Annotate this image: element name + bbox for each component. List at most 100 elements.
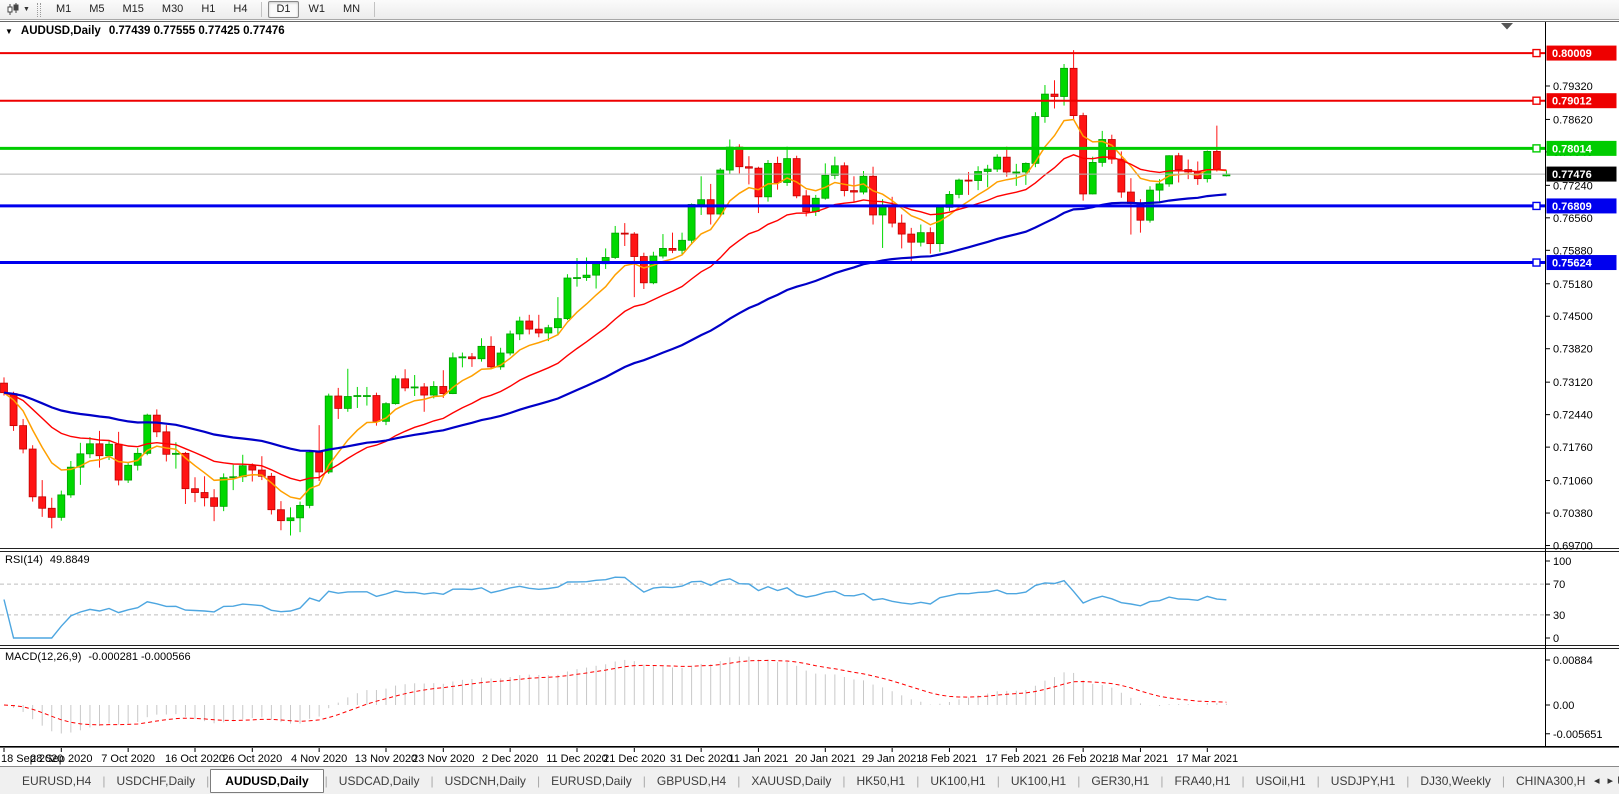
candle-bullish bbox=[1156, 184, 1163, 190]
candle-bullish bbox=[125, 465, 132, 480]
tab-usdcad-daily[interactable]: USDCAD,Daily bbox=[329, 770, 430, 792]
timeframes-toolbar: ▼ M1M5M15M30H1H4 D1W1MN bbox=[0, 0, 1619, 20]
candle-bearish bbox=[1175, 156, 1182, 170]
hline-handle[interactable] bbox=[1533, 259, 1540, 266]
tab-usoil-h1[interactable]: USOil,H1 bbox=[1246, 770, 1316, 792]
candle-bullish bbox=[593, 264, 600, 275]
tab-audusd-daily[interactable]: AUDUSD,Daily bbox=[210, 769, 323, 793]
candle-bullish bbox=[1204, 151, 1211, 178]
tab-separator: | bbox=[643, 774, 646, 788]
date-label: 11 Jan 2021 bbox=[729, 753, 789, 765]
tab-gbpusd-h4[interactable]: GBPUSD,H4 bbox=[647, 770, 736, 792]
axis-tick-label: 0.78620 bbox=[1553, 114, 1593, 126]
candle-bearish bbox=[736, 147, 743, 167]
tab-dj30-weekly[interactable]: DJ30,Weekly bbox=[1410, 770, 1500, 792]
tabs-scroll-right-button[interactable]: ▸ bbox=[1607, 774, 1613, 787]
timeframe-button-m5[interactable]: M5 bbox=[81, 1, 112, 18]
timeframe-button-m15[interactable]: M15 bbox=[115, 1, 152, 18]
hline-handle[interactable] bbox=[1533, 202, 1540, 209]
tab-uk100-h1[interactable]: UK100,H1 bbox=[920, 770, 995, 792]
tab-usdjpy-h1[interactable]: USDJPY,H1 bbox=[1321, 770, 1405, 792]
axis-tick-label: 0.71060 bbox=[1553, 476, 1593, 488]
tab-separator: | bbox=[842, 774, 845, 788]
candle-bullish bbox=[430, 386, 437, 395]
candle-bullish bbox=[1041, 94, 1048, 116]
candle-bullish bbox=[478, 346, 485, 358]
tab-ger30-h1[interactable]: GER30,H1 bbox=[1081, 770, 1159, 792]
tab-xauusd-daily[interactable]: XAUUSD,Daily bbox=[741, 770, 841, 792]
chart-shift-marker-icon[interactable] bbox=[1501, 23, 1513, 30]
candle-bearish bbox=[774, 163, 781, 182]
axis-tick-label: 0.77240 bbox=[1553, 180, 1593, 192]
tab-eurusd-daily[interactable]: EURUSD,Daily bbox=[541, 770, 642, 792]
timeframe-button-w1[interactable]: W1 bbox=[301, 1, 334, 18]
candle-bearish bbox=[373, 396, 380, 422]
date-label: 8 Feb 2021 bbox=[922, 753, 978, 765]
timeframe-button-m30[interactable]: M30 bbox=[154, 1, 191, 18]
candle-bullish bbox=[459, 357, 466, 358]
tab-separator: | bbox=[325, 774, 328, 788]
macd-indicator-label: MACD(12,26,9) -0.000281 -0.000566 bbox=[5, 651, 191, 663]
tab-eurusd-h4[interactable]: EURUSD,H4 bbox=[12, 770, 101, 792]
rsi-name: RSI(14) bbox=[5, 554, 43, 566]
candle-bullish bbox=[765, 163, 772, 196]
axis-tick-label: 0.69700 bbox=[1553, 541, 1593, 553]
date-label: 21 Dec 2020 bbox=[603, 753, 665, 765]
candle-bullish bbox=[67, 467, 74, 495]
chart-type-button[interactable]: ▼ bbox=[3, 2, 33, 17]
panel-divider[interactable] bbox=[0, 648, 1619, 649]
hline-handle[interactable] bbox=[1533, 50, 1540, 57]
tab-separator: | bbox=[537, 774, 540, 788]
candle-bearish bbox=[793, 159, 800, 196]
timeframe-button-d1[interactable]: D1 bbox=[268, 1, 298, 18]
hline-handle[interactable] bbox=[1533, 97, 1540, 104]
candle-bullish bbox=[545, 328, 552, 333]
toolbar-separator bbox=[261, 2, 262, 17]
timeframe-button-h4[interactable]: H4 bbox=[225, 1, 255, 18]
axis-tick-label: 0.70380 bbox=[1553, 508, 1593, 520]
timeframe-button-m1[interactable]: M1 bbox=[48, 1, 79, 18]
axis-tick-label: 0.71760 bbox=[1553, 442, 1593, 454]
window-menu-icon[interactable]: ▼ bbox=[5, 27, 13, 36]
axis-tick-label: 0.73820 bbox=[1553, 344, 1593, 356]
tab-uk100-h1-2[interactable]: UK100,H1 bbox=[1001, 770, 1076, 792]
candle-bullish bbox=[106, 444, 113, 455]
tab-usdcnh-daily[interactable]: USDCNH,Daily bbox=[435, 770, 536, 792]
candle-bearish bbox=[803, 196, 810, 212]
candle-bullish bbox=[917, 233, 924, 243]
date-label: 31 Dec 2020 bbox=[670, 753, 732, 765]
timeframe-button-h1[interactable]: H1 bbox=[193, 1, 223, 18]
candle-bearish bbox=[526, 321, 533, 329]
date-label: 4 Nov 2020 bbox=[291, 753, 347, 765]
tab-separator: | bbox=[1317, 774, 1320, 788]
rsi-axis-label: 30 bbox=[1553, 610, 1565, 622]
candle-bullish bbox=[144, 415, 151, 453]
price-panel bbox=[1, 50, 1230, 535]
panel-divider[interactable] bbox=[0, 645, 1619, 646]
panel-divider[interactable] bbox=[0, 548, 1619, 549]
date-label: 11 Dec 2020 bbox=[546, 753, 608, 765]
hline-handle[interactable] bbox=[1533, 145, 1540, 152]
timeframe-button-mn[interactable]: MN bbox=[335, 1, 368, 18]
date-label: 2 Dec 2020 bbox=[482, 753, 538, 765]
rsi-line bbox=[4, 577, 1226, 638]
candle-bearish bbox=[1070, 68, 1077, 115]
rsi-axis-label: 100 bbox=[1553, 556, 1571, 568]
candle-bullish bbox=[516, 321, 523, 334]
rsi-value: 49.8849 bbox=[50, 554, 90, 566]
chart-canvas[interactable]: 0.793200.786200.779400.772400.765600.758… bbox=[0, 21, 1619, 766]
candle-bullish bbox=[363, 396, 370, 397]
candle-bearish bbox=[421, 387, 428, 395]
tab-fra40-h1[interactable]: FRA40,H1 bbox=[1164, 770, 1240, 792]
rsi-axis-label: 70 bbox=[1553, 579, 1565, 591]
candle-bearish bbox=[841, 166, 848, 191]
date-label: 20 Jan 2021 bbox=[795, 753, 856, 765]
tab-usdchf-daily[interactable]: USDCHF,Daily bbox=[106, 770, 205, 792]
tabs-scroll-left-button[interactable]: ◂ bbox=[1594, 774, 1600, 787]
candle-bearish bbox=[745, 167, 752, 168]
panel-divider[interactable] bbox=[0, 551, 1619, 552]
candle-bearish bbox=[440, 386, 447, 393]
candle-bullish bbox=[1032, 117, 1039, 164]
candle-bearish bbox=[29, 449, 36, 497]
tab-hk50-h1[interactable]: HK50,H1 bbox=[847, 770, 916, 792]
